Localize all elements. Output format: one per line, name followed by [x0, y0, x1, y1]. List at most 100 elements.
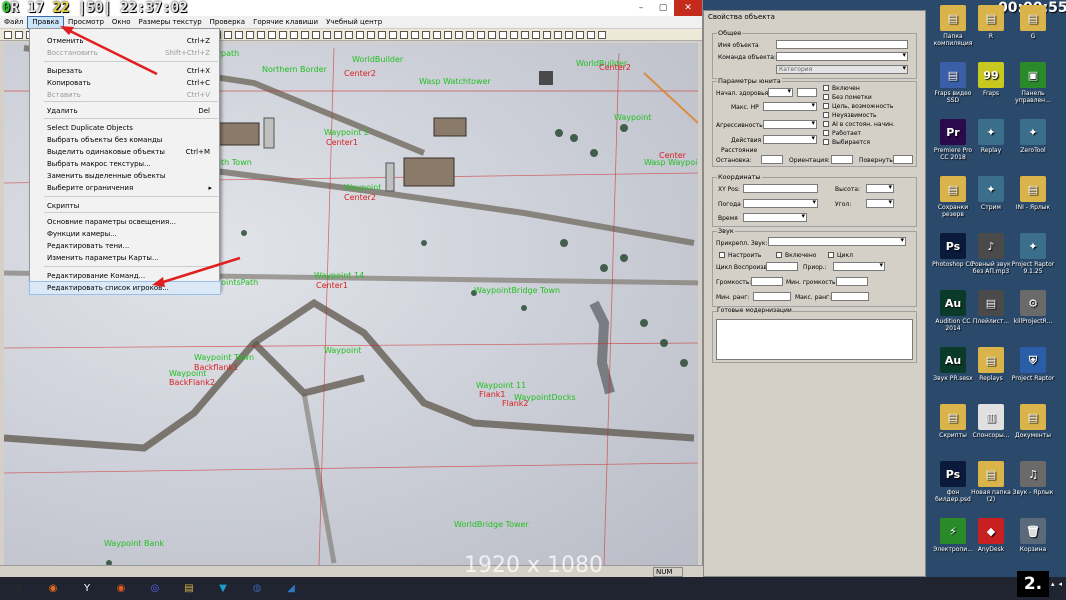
toolbar-button[interactable] [268, 30, 276, 39]
menu-training[interactable]: Учебный центр [322, 16, 386, 29]
network-icon[interactable]: ▴ [1051, 580, 1055, 588]
desktop-icon[interactable]: ✦ Стрим [967, 176, 1015, 230]
min-volume-field[interactable] [836, 277, 868, 286]
volume-icon[interactable]: ◂ [1058, 580, 1062, 588]
object-name-field[interactable] [776, 40, 908, 49]
checkbox-no-hint[interactable] [823, 94, 829, 100]
menu-file[interactable]: Файл [0, 16, 27, 29]
toolbar-button[interactable] [356, 30, 364, 39]
checkbox-selectable[interactable] [823, 139, 829, 145]
toolbar-button[interactable] [15, 30, 23, 39]
time-select[interactable] [743, 213, 807, 222]
desktop-icon[interactable]: ♫ Звук - Ярлык [1009, 461, 1057, 515]
checkbox-invulnerable[interactable] [823, 112, 829, 118]
menu-item[interactable]: Изменить параметры Карты... [30, 252, 220, 264]
toolbar-button[interactable] [532, 30, 540, 39]
checkbox-setup[interactable] [719, 252, 725, 258]
xy-pos-field[interactable] [743, 184, 818, 193]
toolbar-button[interactable] [345, 30, 353, 39]
object-team-select[interactable] [776, 52, 908, 61]
toolbar-button[interactable] [565, 30, 573, 39]
toolbar-button[interactable] [422, 30, 430, 39]
taskbar-app-icon[interactable]: ⊞ [8, 580, 30, 597]
menu-edit[interactable]: Правка [27, 15, 64, 29]
desktop-icon[interactable]: ▣ Панель управлен... [1009, 62, 1057, 116]
max-hp-select[interactable] [763, 102, 817, 111]
maximize-icon[interactable]: ▢ [652, 0, 674, 16]
taskbar-app-icon[interactable]: ◢ [280, 580, 302, 597]
minimize-icon[interactable]: – [630, 0, 652, 16]
stop-field[interactable] [761, 155, 783, 164]
toolbar-button[interactable] [543, 30, 551, 39]
taskbar-app-icon[interactable]: ◎ [144, 580, 166, 597]
toolbar-button[interactable] [323, 30, 331, 39]
desktop-icon[interactable]: ⛨ Project Raptor [1009, 347, 1057, 401]
toolbar-button[interactable] [400, 30, 408, 39]
desktop-icon[interactable]: 🗑 Корзина [1009, 518, 1057, 572]
menu-item[interactable]: Отменить Ctrl+Z [30, 35, 220, 47]
menu-item[interactable]: Редактировать список игроков... [29, 281, 221, 295]
menu-item[interactable]: Копировать Ctrl+C [30, 77, 220, 89]
taskbar-app-icon[interactable]: ◍ [246, 580, 268, 597]
toolbar-button[interactable] [433, 30, 441, 39]
attach-sound-select[interactable] [768, 237, 906, 246]
checkbox-on[interactable] [776, 252, 782, 258]
checkbox-cycle[interactable] [828, 252, 834, 258]
menu-item[interactable]: Восстановить Shift+Ctrl+Z [30, 47, 220, 59]
toolbar-button[interactable] [389, 30, 397, 39]
min-range-field[interactable] [753, 292, 791, 301]
toolbar-button[interactable] [488, 30, 496, 39]
cycle-play-field[interactable] [766, 262, 798, 271]
toolbar-button[interactable] [598, 30, 606, 39]
taskbar-app-icon[interactable]: ◉ [42, 580, 64, 597]
menu-item[interactable]: Редактировать тени... [30, 240, 220, 252]
desktop-icon[interactable]: ▤ Плейлист... [967, 290, 1015, 344]
menu-hotkeys[interactable]: Горячие клавиши [249, 16, 322, 29]
menu-item[interactable]: Выделить одинаковые объекты Ctrl+M [30, 146, 220, 158]
max-range-field[interactable] [831, 292, 869, 301]
desktop-icon[interactable]: ♪ Ровный звук без АП.mp3 [967, 233, 1015, 287]
checkbox-works[interactable] [823, 130, 829, 136]
menu-item[interactable]: Функции камеры... [30, 228, 220, 240]
menu-item[interactable]: Выберите ограничения ▸ [30, 182, 220, 194]
desktop-icon[interactable]: ▤ Документы [1009, 404, 1057, 458]
volume-field[interactable] [751, 277, 783, 286]
toolbar-button[interactable] [279, 30, 287, 39]
toolbar-button[interactable] [235, 30, 243, 39]
taskbar-app-icon[interactable]: ▤ [178, 580, 200, 597]
taskbar-app-icon[interactable]: ◉ [110, 580, 132, 597]
toolbar-button[interactable] [334, 30, 342, 39]
checkbox-enabled[interactable] [823, 85, 829, 91]
menu-item[interactable]: Вставить Ctrl+V [30, 89, 220, 101]
height-select[interactable] [866, 184, 894, 193]
toolbar-button[interactable] [499, 30, 507, 39]
menu-validate[interactable]: Проверка [206, 16, 249, 29]
desktop-icon[interactable]: ◆ AnyDesk [967, 518, 1015, 572]
desktop-icon[interactable]: ▤ Replays [967, 347, 1015, 401]
toolbar-button[interactable] [224, 30, 232, 39]
checkbox-target[interactable] [823, 103, 829, 109]
toolbar-button[interactable] [312, 30, 320, 39]
toolbar-button[interactable] [477, 30, 485, 39]
aggressiveness-select[interactable] [763, 120, 817, 129]
orientation-field[interactable] [831, 155, 853, 164]
desktop-icon[interactable]: ▤ INI - Ярлык [1009, 176, 1057, 230]
toolbar-button[interactable] [444, 30, 452, 39]
menu-item[interactable]: Редактирование Команд... [30, 270, 220, 282]
menu-item[interactable]: Вырезать Ctrl+X [30, 65, 220, 77]
menu-view[interactable]: Просмотр [64, 16, 108, 29]
toolbar-button[interactable] [290, 30, 298, 39]
toolbar-button[interactable] [4, 30, 12, 39]
desktop-icon[interactable]: ⚙ killProjectR... [1009, 290, 1057, 344]
menu-item[interactable]: Выбрать объекты без команды [30, 134, 220, 146]
toolbar-button[interactable] [257, 30, 265, 39]
toolbar-button[interactable] [510, 30, 518, 39]
angle-select[interactable] [866, 199, 894, 208]
toolbar-button[interactable] [378, 30, 386, 39]
menu-item[interactable]: Выбрать макрос текстуры... [30, 158, 220, 170]
menu-texture-sizes[interactable]: Размеры текстур [135, 16, 206, 29]
desktop-icon[interactable]: 99 Fraps [967, 62, 1015, 116]
menu-item[interactable]: Скрипты [30, 200, 220, 212]
toolbar-button[interactable] [554, 30, 562, 39]
menu-item[interactable]: Заменить выделенные объекты [30, 170, 220, 182]
